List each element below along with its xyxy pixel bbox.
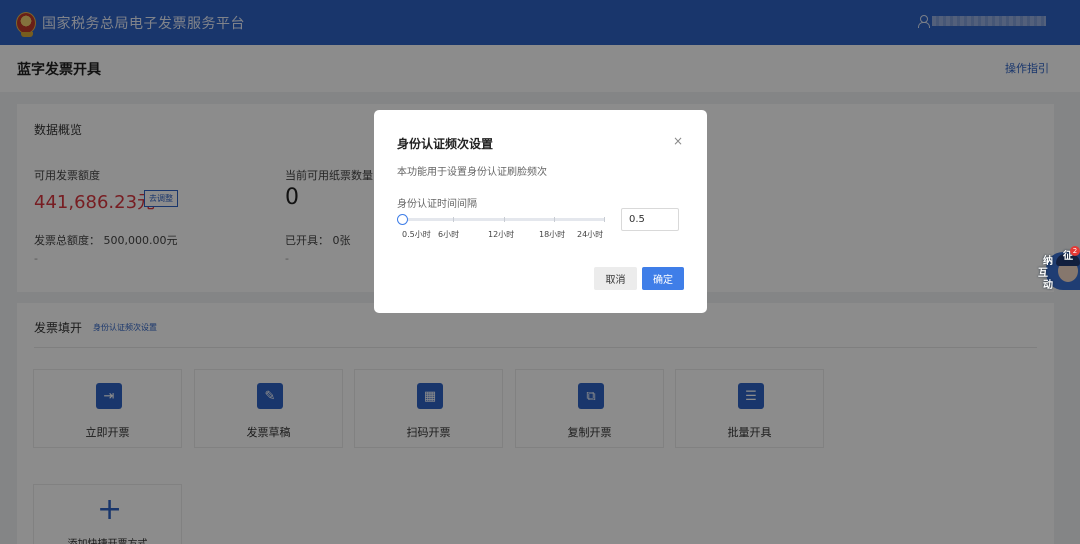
slider-tick xyxy=(504,217,505,222)
interval-label: 身份认证时间间隔 xyxy=(397,199,477,210)
frequency-setting-dialog: 身份认证频次设置 × 本功能用于设置身份认证刷脸频次 身份认证时间间隔 0.5小… xyxy=(374,110,707,313)
confirm-button[interactable]: 确定 xyxy=(642,267,684,290)
slider-tick-label: 6小时 xyxy=(438,230,460,239)
assistant-char: 动 xyxy=(1043,280,1053,291)
slider-tick xyxy=(554,217,555,222)
slider-tick-label: 0.5小时 xyxy=(402,230,431,239)
slider-tick xyxy=(604,217,605,222)
dialog-description: 本功能用于设置身份认证刷脸频次 xyxy=(397,167,547,178)
close-icon[interactable]: × xyxy=(673,134,683,148)
slider-tick xyxy=(453,217,454,222)
interval-slider-handle[interactable] xyxy=(397,214,408,225)
slider-tick-label: 12小时 xyxy=(488,230,515,239)
notification-badge: 2 xyxy=(1070,246,1080,256)
slider-tick-label: 24小时 xyxy=(577,230,604,239)
slider-tick-label: 18小时 xyxy=(539,230,566,239)
dialog-title: 身份认证频次设置 xyxy=(397,137,494,151)
interval-value-input[interactable]: 0.5 xyxy=(621,208,679,231)
cancel-button[interactable]: 取消 xyxy=(594,267,637,290)
